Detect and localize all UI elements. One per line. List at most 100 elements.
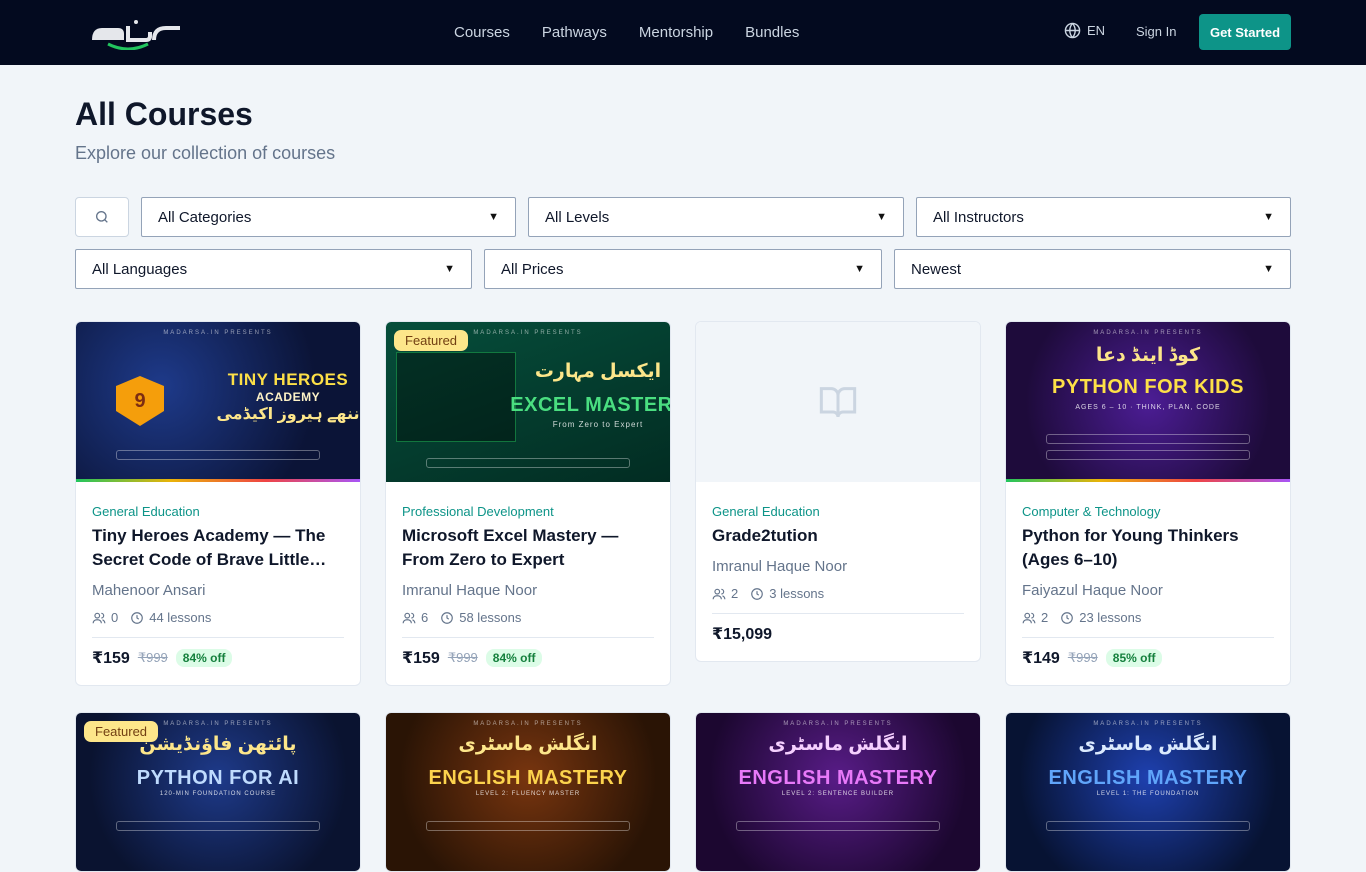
thumb-title: ENGLISH MASTERY (738, 767, 938, 789)
divider (402, 637, 654, 638)
language-select[interactable]: All Languages ▼ (75, 249, 472, 289)
student-count: 0 (111, 610, 119, 625)
course-category: Professional Development (402, 504, 554, 519)
thumb-title: ENGLISH MASTERY (1048, 767, 1248, 789)
course-thumbnail: MADARSA.IN PRESENTS انگلش ماسٹری ENGLISH… (1006, 713, 1290, 871)
course-card[interactable]: MADARSA.IN PRESENTS کوڈ اینڈ دعا PYTHON … (1005, 321, 1291, 686)
student-count: 2 (1041, 610, 1049, 625)
chevron-down-icon: ▼ (1263, 263, 1274, 275)
original-price: ₹999 (1067, 650, 1098, 665)
thumb-brand: MADARSA.IN PRESENTS (783, 721, 893, 727)
thumb-title: PYTHON FOR KIDS (1052, 376, 1244, 398)
nav-mentorship[interactable]: Mentorship (639, 24, 713, 41)
thumb-title: EXCEL MASTERY (510, 394, 670, 416)
course-thumbnail: MADARSA.IN PRESENTS 9 TINY HEROES ACADEM… (76, 322, 360, 482)
level-select-value: All Levels (545, 208, 610, 226)
thumb-subtitle: AGES 6 – 10 · THINK, PLAN, CODE (1075, 404, 1221, 411)
price-select[interactable]: All Prices ▼ (484, 249, 882, 289)
thumb-strip (116, 821, 320, 831)
course-thumbnail: MADARSA.IN PRESENTS کوڈ اینڈ دعا PYTHON … (1006, 322, 1290, 482)
course-card[interactable]: MADARSA.IN PRESENTS 9 TINY HEROES ACADEM… (75, 321, 361, 686)
nav-pathways[interactable]: Pathways (542, 24, 607, 41)
thumb-subtitle: LEVEL 2: FLUENCY MASTER (475, 791, 581, 797)
top-navbar: Courses Pathways Mentorship Bundles EN S… (0, 0, 1366, 65)
thumb-bar (76, 479, 360, 482)
course-thumbnail-placeholder (696, 322, 980, 482)
course-card[interactable]: General Education Grade2tution Imranul H… (695, 321, 981, 662)
thumb-brand: MADARSA.IN PRESENTS (1093, 721, 1203, 727)
get-started-button[interactable]: Get Started (1199, 14, 1291, 50)
users-icon (712, 588, 726, 599)
chevron-down-icon: ▼ (444, 263, 455, 275)
course-category: Computer & Technology (1022, 504, 1161, 519)
course-instructor: Imranul Haque Noor (402, 582, 538, 599)
sort-select[interactable]: Newest ▼ (894, 249, 1291, 289)
users-icon (1022, 612, 1036, 623)
thumb-urdu: انگلش ماسٹری (1078, 734, 1218, 755)
thumb-strip (1046, 434, 1250, 444)
users-icon (92, 612, 106, 623)
lesson-count: 3 lessons (769, 586, 825, 601)
course-card[interactable]: MADARSA.IN PRESENTS پائتھن فاؤنڈیشن PYTH… (75, 712, 361, 872)
student-count: 6 (421, 610, 429, 625)
search-icon (96, 211, 108, 223)
thumb-subtitle: LEVEL 2: SENTENCE BUILDER (781, 791, 895, 797)
nav-courses[interactable]: Courses (454, 24, 510, 41)
globe-icon (1064, 22, 1081, 39)
book-open-icon (819, 387, 857, 418)
lesson-count: 23 lessons (1079, 610, 1142, 625)
thumb-bar (1006, 479, 1290, 482)
student-count: 2 (731, 586, 739, 601)
instructor-select-value: All Instructors (933, 208, 1024, 226)
thumb-strip (116, 450, 320, 460)
language-switcher[interactable]: EN (1064, 22, 1105, 39)
thumb-brand: MADARSA.IN PRESENTS (163, 330, 273, 336)
thumb-urdu: کوڈ اینڈ دعا (1095, 345, 1201, 366)
chevron-down-icon: ▼ (488, 211, 499, 223)
thumb-strip (426, 821, 630, 831)
category-select[interactable]: All Categories ▼ (141, 197, 516, 237)
price-select-value: All Prices (501, 260, 564, 278)
discount-badge: 84% off (175, 649, 233, 667)
sign-in-link[interactable]: Sign In (1136, 24, 1176, 39)
thumb-subtitle: From Zero to Expert (552, 420, 644, 429)
course-title[interactable]: Grade2tution (712, 524, 964, 548)
users-icon (402, 612, 416, 623)
site-logo[interactable] (88, 14, 184, 51)
course-card[interactable]: MADARSA.IN PRESENTS ایکسل مہارت EXCEL MA… (385, 321, 671, 686)
course-card[interactable]: MADARSA.IN PRESENTS انگلش ماسٹری ENGLISH… (695, 712, 981, 872)
course-card[interactable]: MADARSA.IN PRESENTS انگلش ماسٹری ENGLISH… (385, 712, 671, 872)
course-title[interactable]: Microsoft Excel Mastery — From Zero to E… (402, 524, 654, 572)
course-title[interactable]: Python for Young Thinkers (Ages 6–10) (1022, 524, 1274, 572)
divider (712, 613, 964, 614)
category-select-value: All Categories (158, 208, 252, 226)
featured-badge: Featured (394, 330, 469, 351)
thumb-title: ENGLISH MASTERY (428, 767, 628, 789)
search-button[interactable] (75, 197, 129, 237)
course-title[interactable]: Tiny Heroes Academy — The Secret Code of… (92, 524, 344, 572)
course-instructor: Imranul Haque Noor (712, 558, 848, 575)
course-card[interactable]: MADARSA.IN PRESENTS انگلش ماسٹری ENGLISH… (1005, 712, 1291, 872)
clock-icon (441, 611, 454, 624)
course-category: General Education (92, 504, 200, 519)
thumb-title: TINY HEROES (227, 370, 349, 389)
course-price: ₹15,099 (712, 626, 773, 643)
thumb-strip (426, 458, 630, 468)
lesson-count: 58 lessons (459, 610, 522, 625)
thumb-subtitle: 120-MIN FOUNDATION COURSE (159, 791, 277, 797)
nav-bundles[interactable]: Bundles (745, 24, 799, 41)
course-thumbnail: MADARSA.IN PRESENTS انگلش ماسٹری ENGLISH… (696, 713, 980, 871)
sort-select-value: Newest (911, 260, 962, 278)
level-select[interactable]: All Levels ▼ (528, 197, 904, 237)
course-thumbnail: MADARSA.IN PRESENTS انگلش ماسٹری ENGLISH… (386, 713, 670, 871)
course-category: General Education (712, 504, 820, 519)
thumb-urdu: ایکسل مہارت (534, 361, 662, 382)
main-nav: Courses Pathways Mentorship Bundles (438, 0, 815, 65)
clock-icon (131, 611, 144, 624)
discount-badge: 84% off (485, 649, 543, 667)
thumb-title: PYTHON FOR AI (136, 767, 300, 789)
language-select-value: All Languages (92, 260, 188, 278)
original-price: ₹999 (447, 650, 478, 665)
language-label: EN (1087, 23, 1106, 38)
instructor-select[interactable]: All Instructors ▼ (916, 197, 1291, 237)
